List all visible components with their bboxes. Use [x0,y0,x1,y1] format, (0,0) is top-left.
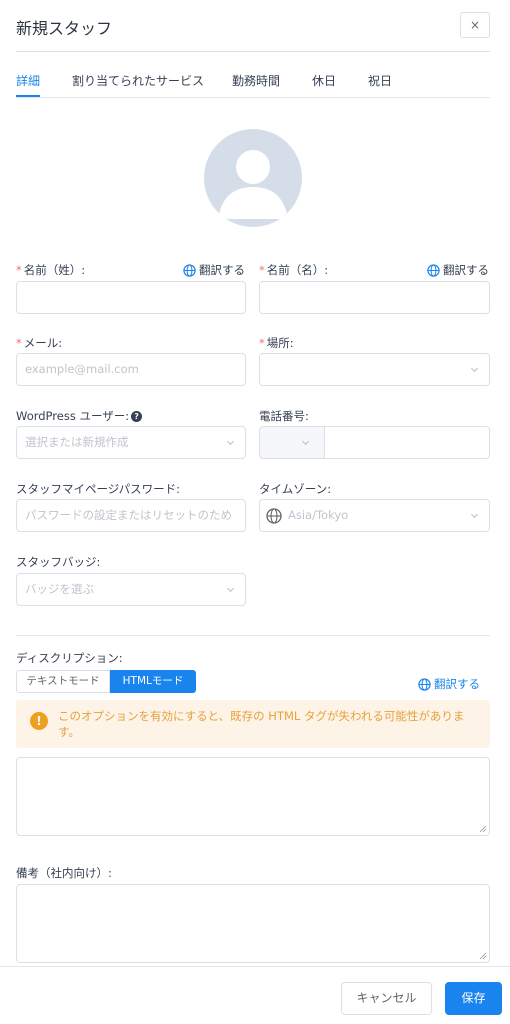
phone-label: 電話番号: [259,409,309,423]
required-mark: * [16,336,22,350]
wp-user-select[interactable]: 選択または新規作成 [16,426,246,459]
location-select[interactable] [259,353,490,386]
dialog-header: 新規スタッフ × [16,0,490,52]
globe-icon [427,263,440,277]
description-textarea[interactable] [16,757,490,836]
cancel-button[interactable]: キャンセル [341,982,432,1015]
timezone-placeholder: Asia/Tokyo [288,508,349,522]
location-label-text: 場所: [266,336,294,350]
translate-label: 翻訳する [443,263,489,277]
first-name-input[interactable] [16,281,246,314]
timezone-label: タイムゾーン: [259,482,332,496]
chevron-down-icon [226,440,235,446]
phone-input[interactable] [324,426,490,459]
save-button[interactable]: 保存 [445,982,502,1015]
globe-icon [266,508,282,524]
help-icon[interactable]: ? [131,411,143,422]
wp-user-label-text: WordPress ユーザー: [16,409,130,423]
close-button[interactable]: × [460,12,490,38]
chevron-down-icon [470,367,479,373]
description-translate-link[interactable]: 翻訳する [418,676,480,692]
tab-assigned-services[interactable]: 割り当てられたサービス [72,72,204,89]
html-mode-button[interactable]: HTMLモード [110,670,196,693]
location-label: * 場所: [259,335,294,351]
badge-label: スタッフバッジ: [16,555,101,569]
required-mark: * [259,263,265,277]
phone-country-select[interactable] [259,426,325,459]
warning-icon: ! [30,712,48,730]
dialog-title: 新規スタッフ [16,19,113,38]
translate-label: 翻訳する [199,263,245,277]
tab-details[interactable]: 詳細 [16,72,40,89]
first-name-translate-link[interactable]: 翻訳する [183,262,245,278]
email-label-text: メール: [23,336,63,350]
password-label: スタッフマイページパスワード: [16,482,180,496]
warning-text: このオプションを有効にすると、既存の HTML タグが失われる可能性があります。 [58,709,465,739]
wp-user-placeholder: 選択または新規作成 [25,435,129,449]
last-name-label-text: 名前（名）: [266,263,329,277]
internal-note-label: 備考（社内向け）: [16,866,112,880]
description-label: ディスクリプション: [16,651,123,665]
last-name-label: * 名前（名）: [259,262,328,278]
warning-alert: ! このオプションを有効にすると、既存の HTML タグが失われる可能性がありま… [16,700,490,748]
badge-placeholder: バッジを選ぶ [25,582,94,596]
tab-bar: 詳細 割り当てられたサービス 勤務時間 休日 祝日 [16,66,490,98]
chevron-down-icon [470,513,479,519]
first-name-label-text: 名前（姓）: [23,263,86,277]
globe-icon [183,263,196,277]
email-input[interactable]: example@mail.com [16,353,246,386]
internal-note-textarea[interactable] [16,884,490,963]
translate-label: 翻訳する [434,677,480,691]
badge-select[interactable]: バッジを選ぶ [16,573,246,606]
password-input[interactable]: パスワードの設定またはリセットのため [16,499,246,532]
tab-holidays[interactable]: 祝日 [368,72,392,89]
active-tab-indicator [16,95,40,97]
avatar[interactable] [204,129,302,227]
dialog-footer: キャンセル 保存 [0,966,510,1024]
email-label: * メール: [16,335,62,351]
resize-handle-icon[interactable] [479,825,487,833]
first-name-label: * 名前（姓）: [16,262,85,278]
last-name-translate-link[interactable]: 翻訳する [427,262,489,278]
user-silhouette-icon [218,150,288,219]
last-name-input[interactable] [259,281,490,314]
globe-icon [418,677,431,691]
chevron-down-icon [226,587,235,593]
tab-days-off[interactable]: 休日 [312,72,336,89]
chevron-down-icon [301,440,310,446]
tab-work-hours[interactable]: 勤務時間 [232,72,280,89]
wp-user-label: WordPress ユーザー:? [16,408,143,424]
section-divider [16,635,490,636]
timezone-select[interactable]: Asia/Tokyo [259,499,490,532]
text-mode-button[interactable]: テキストモード [16,670,110,693]
resize-handle-icon[interactable] [479,952,487,960]
required-mark: * [16,263,22,277]
required-mark: * [259,336,265,350]
